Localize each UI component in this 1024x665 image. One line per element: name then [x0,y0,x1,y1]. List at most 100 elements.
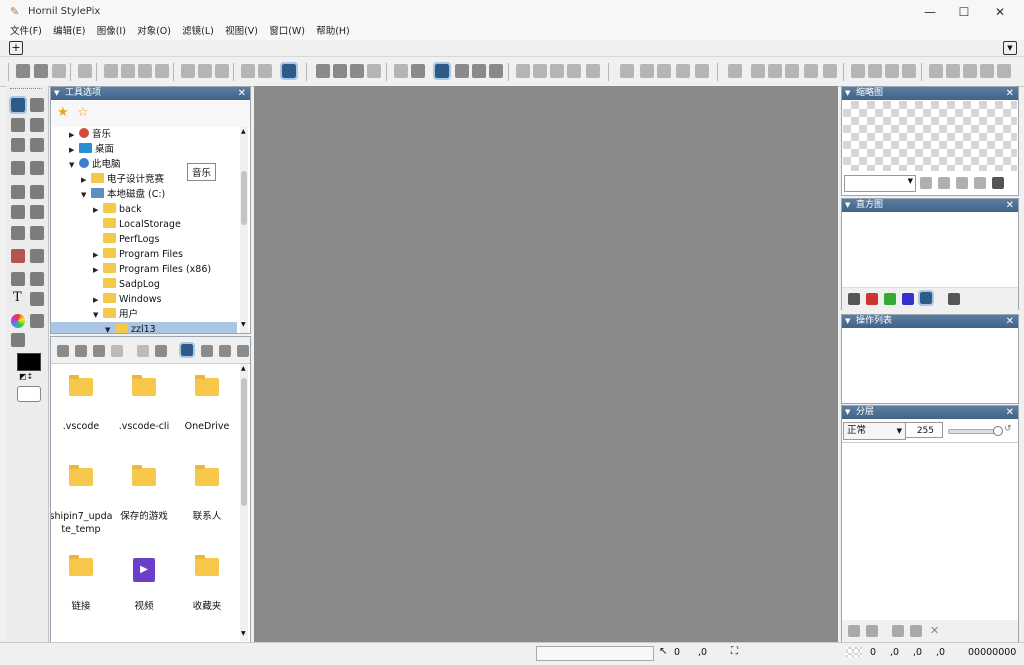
file-item-favorites[interactable]: 收藏夹 [175,555,239,613]
opacity-stepper[interactable]: 255 [905,422,943,438]
crop-tool2-icon[interactable] [30,161,44,175]
menu-view[interactable]: 视图(V) [221,24,262,40]
shape-tool-icon[interactable] [30,272,44,286]
zoom-full-icon[interactable] [992,177,1004,189]
close-panel-icon[interactable]: ✕ [238,87,246,100]
delete-icon[interactable] [155,64,169,78]
expand-arrow-icon[interactable]: ▶ [93,248,103,263]
expand-arrow-icon[interactable]: ▼ [105,323,115,333]
fb-view-large-icon[interactable] [179,342,195,358]
image-tool-icon[interactable] [30,292,44,306]
collapse-icon[interactable]: ▼ [845,199,850,212]
fb-camera2-icon[interactable] [75,345,87,357]
zoom-tool-icon[interactable] [30,314,44,328]
new-tab-icon[interactable]: + [9,41,23,55]
pencil-tool-icon[interactable] [11,185,25,199]
expand-icon[interactable]: ⛶ [731,646,738,657]
sort-icon[interactable] [394,64,408,78]
undo-icon[interactable] [241,64,255,78]
clone-tool-icon[interactable] [30,205,44,219]
settings-tool-icon[interactable] [11,333,25,347]
rotate-free-icon[interactable] [586,64,600,78]
eraser-tool-icon[interactable] [30,185,44,199]
rotate-r2-icon[interactable] [804,64,818,78]
layer-d-icon[interactable] [902,64,916,78]
file-item-links[interactable]: 链接 [51,555,113,613]
cut-icon[interactable] [181,64,195,78]
new-file-icon[interactable] [16,64,30,78]
line-tool-icon[interactable] [11,272,25,286]
expand-arrow-icon[interactable]: ▶ [93,263,103,278]
canvas-tool-icon[interactable] [11,161,25,175]
layer-up-icon[interactable] [892,625,904,637]
toggle-panel-icon[interactable] [280,62,298,80]
view-grid-icon[interactable] [455,64,469,78]
view-tool-icon[interactable] [9,96,27,114]
brush-tool-icon[interactable] [11,205,25,219]
tree-item[interactable]: PerfLogs [51,232,237,247]
save-file-icon[interactable] [52,64,66,78]
new-layer-icon[interactable] [848,625,860,637]
camera-icon[interactable] [316,64,330,78]
menu-image[interactable]: 图像(I) [93,24,130,40]
fb-view-list-icon[interactable] [237,345,249,357]
layer-b-icon[interactable] [868,64,882,78]
close-panel-icon[interactable]: ✕ [1006,199,1014,212]
first-icon[interactable] [104,64,118,78]
rotate-left-icon[interactable] [550,64,564,78]
file-item-shipin[interactable]: shipin7_update_temp [51,465,113,536]
menu-filter[interactable]: 滤镜(L) [178,24,218,40]
ruler-icon[interactable] [620,64,634,78]
tree-item[interactable]: ▶ Windows [51,292,237,307]
file-item-vscode_a[interactable]: .vscode [51,375,113,433]
layer-down-icon[interactable] [910,625,922,637]
opacity-reset-icon[interactable]: ↺ [1004,424,1012,434]
expand-arrow-icon[interactable]: ▶ [69,128,79,143]
tree-item[interactable]: ▶ 桌面 [51,142,237,157]
align-center-icon[interactable] [946,64,960,78]
menu-object[interactable]: 对象(O) [133,24,175,40]
star-icon[interactable]: ★ [57,105,69,120]
menu-window[interactable]: 窗口(W) [265,24,309,40]
sun-tool-icon[interactable] [30,249,44,263]
collapse-icon[interactable]: ▼ [845,87,850,100]
last-icon[interactable] [138,64,152,78]
fb-refresh-icon[interactable] [93,345,105,357]
red-eye-icon[interactable] [11,249,25,263]
canvas-area[interactable] [254,86,838,642]
blend-mode-select[interactable]: 正常 ▼ [843,422,906,440]
histogram-blue-icon[interactable] [902,293,914,305]
resize-h-icon[interactable] [751,64,765,78]
expand-arrow-icon[interactable]: ▼ [93,308,103,323]
align-right-icon[interactable] [963,64,977,78]
refresh-icon[interactable] [350,64,364,78]
open-file-icon[interactable] [34,64,48,78]
view-large-icon[interactable] [433,62,451,80]
fb-filter-icon[interactable] [155,345,167,357]
collapse-icon[interactable]: ▼ [845,315,850,328]
menu-edit[interactable]: 编辑(E) [49,24,89,40]
close-panel-icon[interactable]: ✕ [1006,406,1014,419]
fb-sort-icon[interactable] [137,345,149,357]
lasso-tool-icon[interactable] [11,138,25,152]
close-panel-icon[interactable]: ✕ [1006,315,1014,328]
guide-icon[interactable] [657,64,671,78]
next-icon[interactable] [121,64,135,78]
magic-wand-icon[interactable] [30,138,44,152]
zoom-fit-icon[interactable] [956,177,968,189]
flip-v-icon[interactable] [533,64,547,78]
histogram-green-icon[interactable] [884,293,896,305]
camera2-icon[interactable] [333,64,347,78]
histogram-settings-icon[interactable] [948,293,960,305]
file-item-videos[interactable]: ▶ 视频 [112,558,176,613]
rect-select-icon[interactable] [30,118,44,132]
transform-tool-icon[interactable] [11,118,25,132]
file-item-onedrive[interactable]: OneDrive [175,375,239,433]
copy-icon[interactable] [198,64,212,78]
print-icon[interactable] [78,64,92,78]
expand-arrow-icon[interactable]: ▶ [93,203,103,218]
tree-item[interactable]: ▶ 音乐 [51,127,237,142]
expand-arrow-icon[interactable]: ▶ [93,293,103,308]
close-panel-icon[interactable]: ✕ [1006,87,1014,100]
foreground-color-swatch[interactable] [17,353,41,371]
